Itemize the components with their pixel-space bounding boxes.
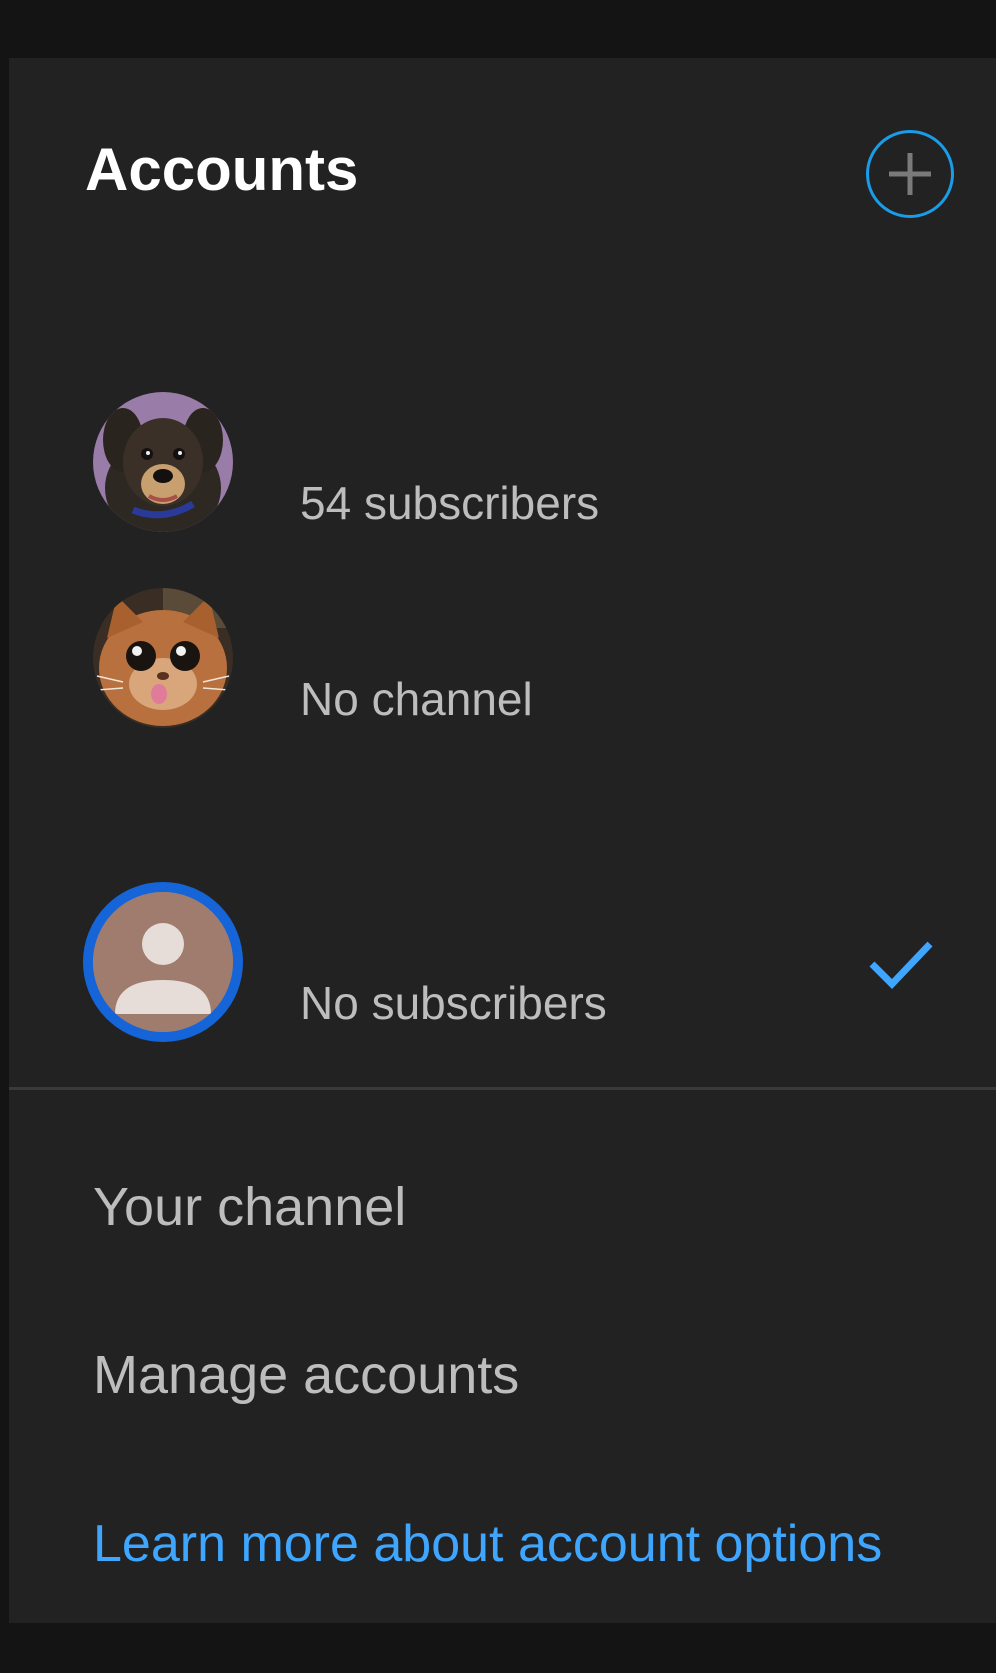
your-channel-link[interactable]: Your channel bbox=[93, 1180, 406, 1234]
manage-accounts-link[interactable]: Manage accounts bbox=[93, 1348, 519, 1402]
account-subtitle: No channel bbox=[300, 673, 533, 725]
bottom-bar-area bbox=[0, 1623, 996, 1673]
account-subtitle: No subscribers bbox=[300, 977, 607, 1029]
checkmark-icon bbox=[869, 941, 933, 990]
add-account-button[interactable] bbox=[866, 130, 954, 218]
account-subtitle: 54 subscribers bbox=[300, 477, 600, 529]
divider bbox=[9, 1087, 996, 1090]
cat-avatar bbox=[93, 588, 233, 728]
learn-more-link[interactable]: Learn more about account options bbox=[93, 1518, 882, 1570]
status-bar-area bbox=[0, 0, 996, 58]
default-person-avatar bbox=[83, 882, 243, 1042]
page-title: Accounts bbox=[85, 136, 359, 203]
plus-icon bbox=[889, 153, 931, 195]
dog-avatar bbox=[93, 392, 233, 532]
